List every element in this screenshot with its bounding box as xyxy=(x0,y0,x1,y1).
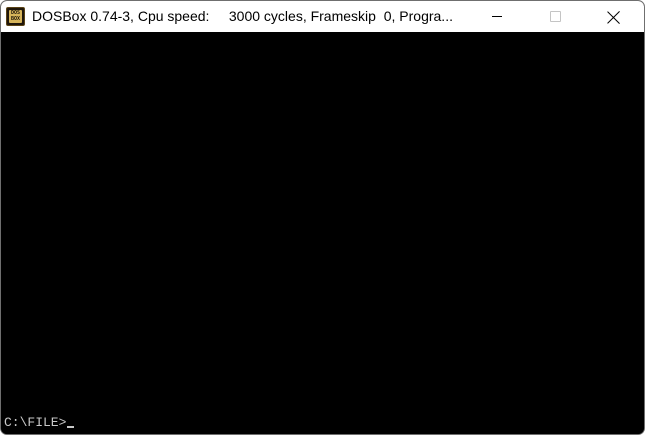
text-cursor xyxy=(67,426,75,428)
maximize-icon xyxy=(549,11,561,22)
close-icon xyxy=(607,10,621,24)
dosbox-window: DOS BOX DOSBox 0.74-3, Cpu speed: 3000 c… xyxy=(0,0,645,435)
minimize-icon xyxy=(492,16,502,17)
dosbox-icon[interactable]: DOS BOX xyxy=(6,7,25,26)
close-button[interactable] xyxy=(585,1,643,32)
dos-console-screen[interactable]: C:\FILE> xyxy=(1,32,644,434)
title-bar[interactable]: DOS BOX DOSBox 0.74-3, Cpu speed: 3000 c… xyxy=(1,1,644,32)
window-title: DOSBox 0.74-3, Cpu speed: 3000 cycles, F… xyxy=(32,8,453,24)
minimize-button[interactable] xyxy=(468,1,526,32)
maximize-button[interactable] xyxy=(526,1,584,32)
dosbox-icon-face: DOS BOX xyxy=(9,10,22,23)
command-prompt: C:\FILE> xyxy=(4,415,67,430)
command-prompt-line: C:\FILE> xyxy=(4,415,75,431)
dosbox-icon-glyph-bottom: BOX xyxy=(10,16,21,22)
